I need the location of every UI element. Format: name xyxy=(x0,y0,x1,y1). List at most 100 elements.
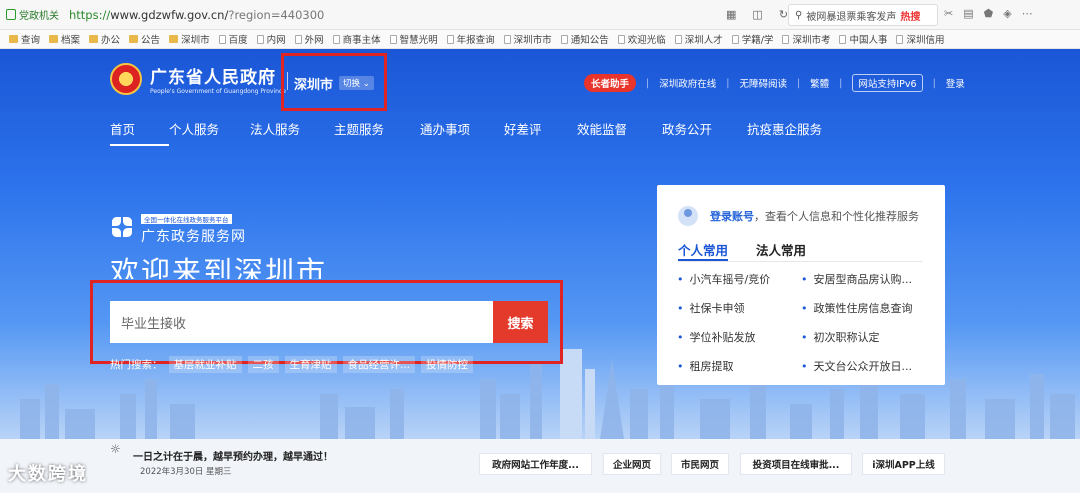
bookmark-item[interactable]: 深圳人才 xyxy=(674,32,723,46)
shield-ext-icon[interactable]: ⬟ xyxy=(984,7,994,20)
search-button[interactable]: 搜索 xyxy=(493,301,548,343)
gov-logo[interactable]: 广东省人民政府 People's Government of Guangdong… xyxy=(150,63,286,95)
common-services-list: 小汽车摇号/竞价 安居型商品房认购... 社保卡申领 政策性住房信息查询 学位补… xyxy=(677,271,927,374)
list-item[interactable]: 学位补贴发放 xyxy=(677,329,801,345)
site-badge: 党政机关 xyxy=(6,7,59,22)
folder-icon xyxy=(49,35,59,43)
list-item[interactable]: 安居型商品房认购... xyxy=(801,271,925,287)
page-icon xyxy=(674,34,682,44)
list-item[interactable]: 社保卡申领 xyxy=(677,300,801,316)
elder-assistant-button[interactable]: 长者助手 xyxy=(584,74,637,92)
tab-personal[interactable]: 个人常用 xyxy=(678,240,729,261)
page-icon xyxy=(218,34,226,44)
bookmark-item[interactable]: 公告 xyxy=(129,32,160,46)
hero-banner: 广东省人民政府 People's Government of Guangdong… xyxy=(0,49,1080,439)
bookmark-item[interactable]: 档案 xyxy=(49,32,80,46)
accessible-reading-link[interactable]: 无障碍阅读 xyxy=(739,76,787,90)
notice-text: 一日之计在于晨，越早预约办理，越早通过！ xyxy=(133,452,333,463)
folder-icon xyxy=(9,35,18,43)
bookmark-item[interactable]: 外网 xyxy=(294,32,324,46)
hot-search: 热门搜索： 基层就业补贴 二孩 生育津贴 食品经营许... 投情防控 xyxy=(110,356,474,373)
bookmark-item[interactable]: 中国人事 xyxy=(839,32,887,46)
login-link[interactable]: 登录 xyxy=(946,76,965,90)
watermark-logo: 大数跨境 xyxy=(8,464,88,485)
more-icon[interactable]: ⋯ xyxy=(1022,7,1033,20)
browser-search-input[interactable]: ⚲ 被网暴退票乘客发声 热搜 xyxy=(788,4,938,26)
citizen-page-button[interactable]: 市民网页 xyxy=(671,453,729,475)
bookmark-item[interactable]: 内网 xyxy=(256,32,286,46)
page-icon xyxy=(332,34,340,44)
panel-login: 登录账号 ，查看个人信息和个性化推荐服务 xyxy=(678,206,919,226)
site-header: 广东省人民政府 People's Government of Guangdong… xyxy=(110,63,286,95)
hot-tag[interactable]: 投情防控 xyxy=(421,356,474,373)
page-icon xyxy=(256,34,264,44)
bookmark-item[interactable]: 查询 xyxy=(9,32,40,46)
bookmark-item[interactable]: 百度 xyxy=(218,32,248,46)
nav-legal-services[interactable]: 法人服务 xyxy=(250,119,334,146)
current-city: 深圳市 xyxy=(294,78,334,93)
page-icon xyxy=(839,34,847,44)
date-text: 2022年3月30日 星期三 xyxy=(140,467,232,477)
bookmark-item[interactable]: 深圳市 xyxy=(169,32,210,46)
bookmark-item[interactable]: 深圳市市 xyxy=(503,32,552,46)
investment-approval-button[interactable]: 投资项目在线审批... xyxy=(740,453,852,475)
bookmark-item[interactable]: 通知公告 xyxy=(560,32,609,46)
nav-universal-items[interactable]: 通办事项 xyxy=(420,119,504,146)
bookmark-item[interactable]: 深圳信用 xyxy=(896,32,944,46)
folder-icon xyxy=(169,35,179,43)
page-icon xyxy=(294,34,302,44)
nav-evaluation[interactable]: 好差评 xyxy=(504,119,577,146)
nav-theme-services[interactable]: 主题服务 xyxy=(334,119,420,146)
search-icon: ⚲ xyxy=(795,9,803,21)
shield-icon xyxy=(6,9,16,20)
list-item[interactable]: 政策性住房信息查询 xyxy=(801,300,925,316)
scissors-icon[interactable]: ✂ xyxy=(944,7,953,20)
city-switch-button[interactable]: 切换 ⌄ xyxy=(339,76,374,90)
enterprise-page-button[interactable]: 企业网页 xyxy=(603,453,661,475)
nav-home[interactable]: 首页 xyxy=(110,119,169,146)
recommend-panel: 登录账号 ，查看个人信息和个性化推荐服务 个人常用 法人常用 小汽车摇号/竞价 … xyxy=(657,185,945,385)
bookmark-item[interactable]: 办公 xyxy=(89,32,120,46)
bookmark-item[interactable]: 年报查询 xyxy=(446,32,495,46)
list-item[interactable]: 租房提取 xyxy=(677,358,801,374)
bookmark-item[interactable]: 智慧光明 xyxy=(389,32,438,46)
page-icon xyxy=(503,34,511,44)
bookmark-item[interactable]: 商事主体 xyxy=(332,32,381,46)
list-item[interactable]: 天文台公众开放日... xyxy=(801,358,925,374)
page-icon xyxy=(731,34,739,44)
extension-icon[interactable]: ▤ xyxy=(963,7,973,20)
hot-tag[interactable]: 食品经营许... xyxy=(342,356,416,373)
game-icon[interactable]: ◈ xyxy=(1003,7,1011,20)
notice-bar: ☼ 一日之计在于晨，越早预约办理，越早通过！ 2022年3月30日 星期三 政府… xyxy=(0,439,1080,493)
welcome-heading: 欢迎来到深圳市 xyxy=(110,255,328,279)
shenzhen-online-link[interactable]: 深圳政府在线 xyxy=(659,76,716,90)
service-logo-icon xyxy=(110,215,134,239)
grid-icon[interactable]: ▦ xyxy=(726,8,736,21)
folder-icon xyxy=(129,35,139,43)
hot-tag[interactable]: 基层就业补贴 xyxy=(168,356,242,373)
nav-personal-services[interactable]: 个人服务 xyxy=(169,119,250,146)
nav-gov-affairs[interactable]: 政务公开 xyxy=(662,119,747,146)
annual-report-button[interactable]: 政府网站工作年度... xyxy=(479,453,592,475)
list-item[interactable]: 初次职称认定 xyxy=(801,329,925,345)
address-bar[interactable]: 党政机关 https://www.gdzwfw.gov.cn/?region=4… xyxy=(0,0,1080,30)
page-icon xyxy=(389,34,397,44)
bookmark-item[interactable]: 欢迎光临 xyxy=(617,32,666,46)
compat-icon[interactable]: ◫ xyxy=(752,8,762,21)
panel-login-link[interactable]: 登录账号 xyxy=(710,208,754,224)
service-brand: 全国一体化在线政务服务平台 广东政务服务网 xyxy=(110,207,246,246)
url-text[interactable]: https://www.gdzwfw.gov.cn/?region=440300 xyxy=(69,8,324,22)
tab-legal[interactable]: 法人常用 xyxy=(756,240,806,261)
traditional-chinese-link[interactable]: 繁體 xyxy=(810,76,829,90)
search-input[interactable] xyxy=(110,301,493,343)
nav-covid-services[interactable]: 抗疫惠企服务 xyxy=(747,119,822,146)
nav-supervision[interactable]: 效能监督 xyxy=(577,119,662,146)
ishenzhen-app-button[interactable]: i深圳APP上线 xyxy=(862,453,945,475)
hot-tag[interactable]: 生育津贴 xyxy=(284,356,337,373)
bookmark-item[interactable]: 深圳市考 xyxy=(782,32,830,46)
list-item[interactable]: 小汽车摇号/竞价 xyxy=(677,271,801,287)
page-icon xyxy=(617,34,625,44)
bookmark-item[interactable]: 学籍/学 xyxy=(731,32,773,46)
hot-tag[interactable]: 二孩 xyxy=(247,356,279,373)
refresh-icon[interactable]: ↻ xyxy=(779,8,788,21)
